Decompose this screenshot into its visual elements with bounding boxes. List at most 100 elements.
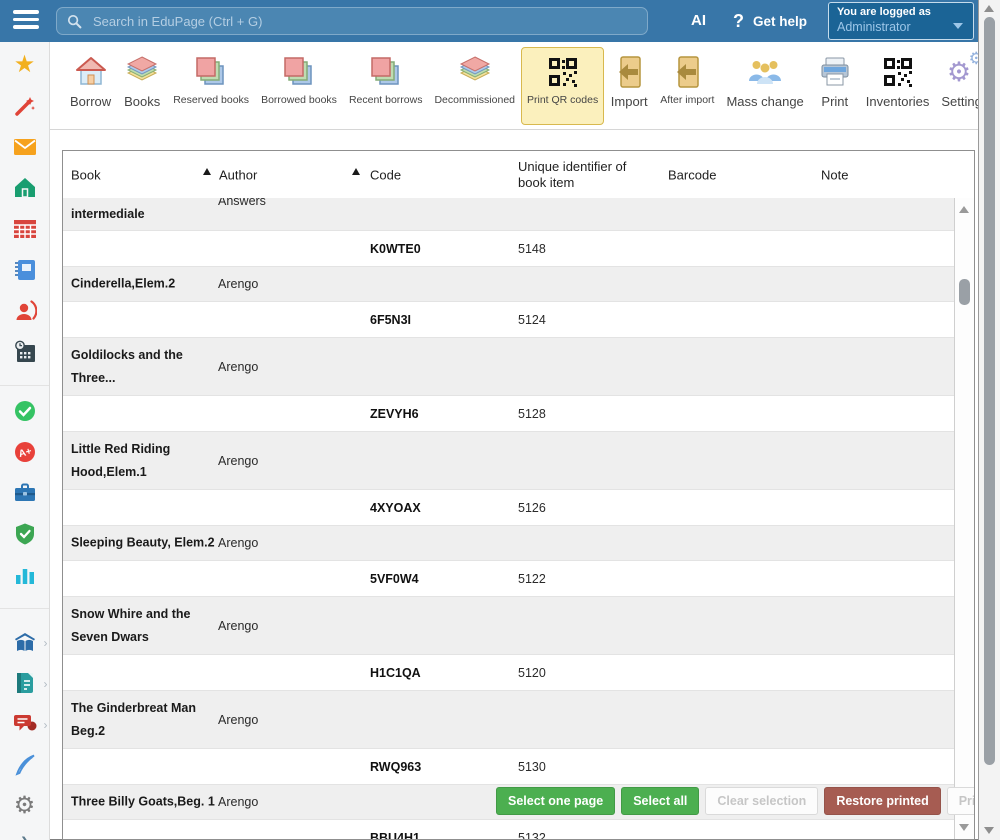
page-scrollbar-thumb[interactable] (984, 17, 995, 765)
sort-ascending-icon[interactable] (352, 168, 360, 175)
toolbar-item-mass-change[interactable]: Mass change (720, 47, 809, 125)
question-mark-icon: ? (733, 11, 744, 32)
scroll-up-icon[interactable] (984, 5, 994, 12)
books-icon (456, 53, 494, 91)
toolbar-item-recent-borrows[interactable]: Recent borrows (343, 47, 429, 125)
sidebar-item-home[interactable] (12, 175, 38, 201)
table-row[interactable]: ZEVYH65128 (63, 396, 954, 432)
column-header-unique-identifier[interactable]: Unique identifier of book item (518, 159, 658, 191)
scroll-down-icon[interactable] (984, 827, 994, 834)
column-header-barcode[interactable]: Barcode (668, 167, 716, 182)
table-row[interactable]: RWQ9635130 (63, 749, 954, 785)
scroll-up-icon[interactable] (959, 206, 969, 213)
chevron-right-icon: › (44, 636, 48, 650)
search-input[interactable] (91, 13, 637, 30)
table-scrollbar-thumb[interactable] (959, 279, 970, 305)
toolbar-item-books[interactable]: Books (117, 47, 167, 125)
books-table: Book Author Code Unique identifier of bo… (62, 150, 975, 840)
sidebar-item-shield[interactable] (12, 521, 38, 547)
logged-user-name: Administrator (837, 20, 965, 34)
table-row[interactable]: 4XYOAX 5126 (63, 490, 954, 526)
cell-code: 4XYOAX (370, 501, 421, 515)
select-one-page-button[interactable]: Select one page (496, 787, 615, 815)
column-header-book[interactable]: Book (71, 167, 101, 182)
clear-selection-button[interactable]: Clear selection (705, 787, 818, 815)
cell-unique-identifier: 5132 (518, 831, 546, 840)
cell-author: Answers (218, 198, 266, 208)
cell-author: Arengo (218, 536, 258, 550)
cell-book-title: Little Red RidingHood,Elem.1 (71, 438, 170, 484)
sidebar-item-expand[interactable]: › (12, 827, 38, 840)
table-row[interactable]: Goldilocks and theThree...Arengo (63, 338, 954, 396)
chevron-down-icon (953, 23, 963, 29)
toolbar-item-inventories[interactable]: Inventories (860, 47, 936, 125)
print-button[interactable]: Print (947, 787, 975, 815)
scroll-down-icon[interactable] (959, 824, 969, 831)
ai-button[interactable]: AI (691, 0, 706, 42)
toolbar-item-print-qr-codes[interactable]: Print QR codes (521, 47, 604, 125)
sidebar-item-library[interactable]: › (12, 629, 38, 655)
sidebar-item-wand[interactable] (12, 93, 38, 119)
sidebar-item-star[interactable]: ★ (12, 52, 38, 78)
sidebar-item-person[interactable] (12, 298, 38, 324)
table-row[interactable]: 6F5N3I5124 (63, 302, 954, 338)
table-row[interactable]: H1C1QA5120 (63, 655, 954, 691)
cell-unique-identifier: 5128 (518, 407, 546, 421)
sidebar-item-chart[interactable] (12, 562, 38, 588)
sidebar-item-gear[interactable]: ⚙ (12, 793, 38, 819)
sidebar-item-calendar[interactable] (12, 216, 38, 242)
people-icon (746, 53, 784, 91)
sidebar-item-grade[interactable]: A+ (12, 439, 38, 465)
page-scrollbar[interactable] (978, 0, 1000, 840)
sidebar-item-chat[interactable]: › (12, 711, 38, 737)
table-row[interactable]: intermedialeAnswers (63, 198, 954, 231)
toolbar-item-print[interactable]: Print (810, 47, 860, 125)
global-search[interactable] (56, 7, 648, 35)
table-row[interactable]: BBU4H15132 (63, 820, 954, 839)
logged-in-user-menu[interactable]: You are logged as Administrator (828, 2, 974, 40)
sidebar-item-pen[interactable] (12, 752, 38, 778)
toolbar-item-decommissioned[interactable]: Decommissioned (428, 47, 521, 125)
column-header-author[interactable]: Author (219, 167, 257, 182)
cell-author: Arengo (218, 454, 258, 468)
column-header-code[interactable]: Code (370, 167, 401, 182)
sidebar-item-briefcase[interactable] (12, 480, 38, 506)
sidebar-item-notebook[interactable] (12, 257, 38, 283)
table-row[interactable]: Little Red RidingHood,Elem.1 Arengo (63, 432, 954, 490)
toolbar-item-borrow[interactable]: Borrow (64, 47, 117, 125)
chevron-right-icon: › (44, 677, 48, 691)
sidebar-item-check-circle[interactable] (12, 398, 38, 424)
toolbar-item-after-import[interactable]: After import (654, 47, 720, 125)
toolbar-item-borrowed-books[interactable]: Borrowed books (255, 47, 343, 125)
table-row[interactable]: K0WTE05148 (63, 231, 954, 267)
printer-icon (816, 53, 854, 91)
stack-icon (367, 53, 405, 91)
sort-ascending-icon[interactable] (203, 168, 211, 175)
cell-unique-identifier: 5122 (518, 572, 546, 586)
table-row[interactable]: Cinderella,Elem.2Arengo (63, 267, 954, 302)
cell-unique-identifier: 5126 (518, 501, 546, 515)
books-icon (123, 53, 161, 91)
table-header: Book Author Code Unique identifier of bo… (63, 151, 974, 199)
hamburger-menu-icon[interactable] (13, 10, 39, 33)
table-row[interactable]: Sleeping Beauty, Elem.2Arengo (63, 526, 954, 561)
toolbar-item-reserved-books[interactable]: Reserved books (167, 47, 255, 125)
toolbar-item-import[interactable]: Import (604, 47, 654, 125)
table-row[interactable]: Snow Whire and theSeven DwarsArengo (63, 597, 954, 655)
cell-book-title: Three Billy Goats,Beg. 1 (71, 791, 215, 814)
get-help-button[interactable]: ? Get help (733, 0, 807, 42)
table-row[interactable]: The Ginderbreat ManBeg.2Arengo (63, 691, 954, 749)
restore-printed-button[interactable]: Restore printed (824, 787, 940, 815)
cell-author: Arengo (218, 713, 258, 727)
cell-code: H1C1QA (370, 666, 421, 680)
table-row[interactable]: 5VF0W45122 (63, 561, 954, 597)
sidebar-item-schedule[interactable] (12, 339, 38, 365)
select-all-button[interactable]: Select all (621, 787, 699, 815)
column-header-note[interactable]: Note (821, 167, 848, 182)
qr-icon (544, 53, 582, 91)
cell-book-title: Snow Whire and theSeven Dwars (71, 603, 190, 649)
sidebar-item-mail[interactable] (12, 134, 38, 160)
table-scrollbar[interactable] (954, 198, 974, 839)
sidebar-item-documents[interactable]: › (12, 670, 38, 696)
cell-unique-identifier: 5148 (518, 242, 546, 256)
